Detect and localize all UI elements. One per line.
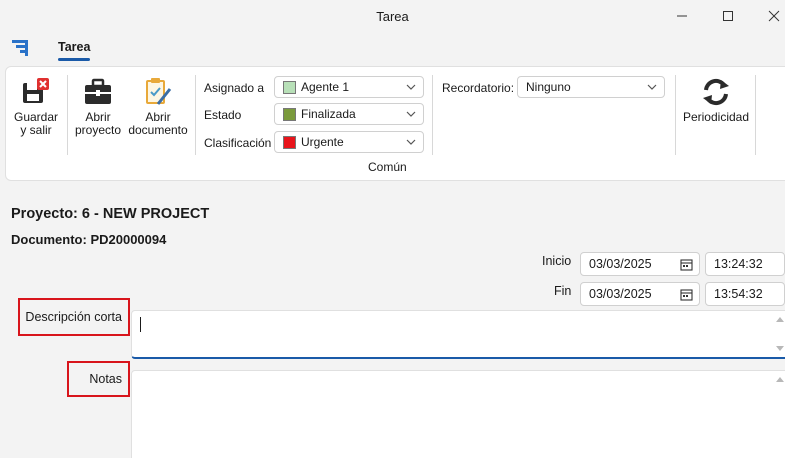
short-description-label-text: Descripción corta — [25, 310, 122, 324]
ribbon-divider — [67, 75, 68, 155]
briefcase-icon — [85, 78, 111, 104]
title-bar: Tarea — [0, 0, 785, 32]
end-label: Fin — [554, 284, 572, 298]
save-close-button[interactable]: Guardar y salir — [8, 77, 64, 137]
refresh-cycle-icon — [703, 78, 729, 106]
notes-label-text: Notas — [89, 372, 122, 386]
open-project-label-2: proyecto — [74, 123, 122, 137]
maximize-icon — [723, 11, 733, 21]
start-time-value: 13:24:32 — [714, 257, 763, 271]
short-description-field[interactable] — [131, 310, 785, 359]
open-project-button[interactable]: Abrir proyecto — [72, 77, 124, 137]
ribbon-group-label: Común — [368, 160, 407, 174]
ribbon-divider — [432, 75, 433, 155]
minimize-button[interactable] — [659, 0, 705, 32]
calendar-icon[interactable] — [680, 258, 693, 271]
short-description-label: Descripción corta — [18, 298, 130, 336]
calendar-icon[interactable] — [680, 288, 693, 301]
periodicity-button[interactable]: Periodicidad — [680, 77, 752, 124]
start-label: Inicio — [542, 254, 572, 268]
document-edit-icon — [146, 78, 172, 105]
save-close-label-2: y salir — [20, 123, 52, 137]
scroll-up-icon[interactable] — [776, 377, 784, 382]
classification-select[interactable]: Urgente — [274, 131, 424, 153]
start-time-field[interactable]: 13:24:32 — [705, 252, 785, 276]
maximize-button[interactable] — [705, 0, 751, 32]
state-select[interactable]: Finalizada — [274, 103, 424, 125]
ribbon-divider — [675, 75, 676, 155]
ribbon-divider — [755, 75, 756, 155]
assigned-label: Asignado a — [204, 81, 265, 95]
chevron-down-icon — [647, 84, 657, 90]
app-logo-icon — [12, 40, 28, 56]
ribbon-panel: Guardar y salir Abrir proyecto Abrir doc… — [5, 66, 785, 181]
reminder-value: Ninguno — [526, 80, 571, 94]
assigned-color-swatch — [283, 80, 296, 94]
state-value: Finalizada — [301, 107, 356, 121]
tab-active-indicator — [58, 58, 90, 61]
ribbon-divider — [195, 75, 196, 155]
scroll-down-icon[interactable] — [776, 346, 784, 351]
reminder-select[interactable]: Ninguno — [517, 76, 665, 98]
reminder-label: Recordatorio: — [442, 81, 515, 95]
chevron-down-icon — [406, 139, 416, 145]
notes-field[interactable] — [131, 370, 785, 458]
end-date-picker[interactable]: 03/03/2025 — [580, 282, 700, 306]
start-date-value: 03/03/2025 — [589, 257, 652, 271]
notes-label: Notas — [67, 361, 130, 397]
end-time-field[interactable]: 13:54:32 — [705, 282, 785, 306]
document-heading: Documento: PD20000094 — [11, 232, 167, 247]
close-button[interactable] — [751, 0, 785, 32]
save-close-icon — [23, 78, 49, 103]
text-caret — [140, 317, 141, 332]
end-date-value: 03/03/2025 — [589, 287, 652, 301]
classification-value: Urgente — [301, 135, 344, 149]
minimize-icon — [677, 15, 687, 17]
end-time-value: 13:54:32 — [714, 287, 763, 301]
assigned-select[interactable]: Agente 1 — [274, 76, 424, 98]
open-document-label-2: documento — [128, 123, 188, 137]
periodicity-label: Periodicidad — [682, 110, 750, 124]
project-heading: Proyecto: 6 - NEW PROJECT — [11, 206, 210, 222]
classification-color-swatch — [283, 135, 296, 149]
chevron-down-icon — [406, 111, 416, 117]
scroll-up-icon[interactable] — [776, 317, 784, 322]
classification-label: Clasificación — [204, 136, 272, 150]
state-color-swatch — [283, 107, 296, 121]
close-icon — [768, 10, 780, 22]
state-label: Estado — [204, 108, 242, 122]
tab-tarea[interactable]: Tarea — [58, 40, 90, 54]
open-document-button[interactable]: Abrir documento — [127, 77, 189, 137]
start-date-picker[interactable]: 03/03/2025 — [580, 252, 700, 276]
assigned-value: Agente 1 — [301, 80, 350, 94]
chevron-down-icon — [406, 84, 416, 90]
